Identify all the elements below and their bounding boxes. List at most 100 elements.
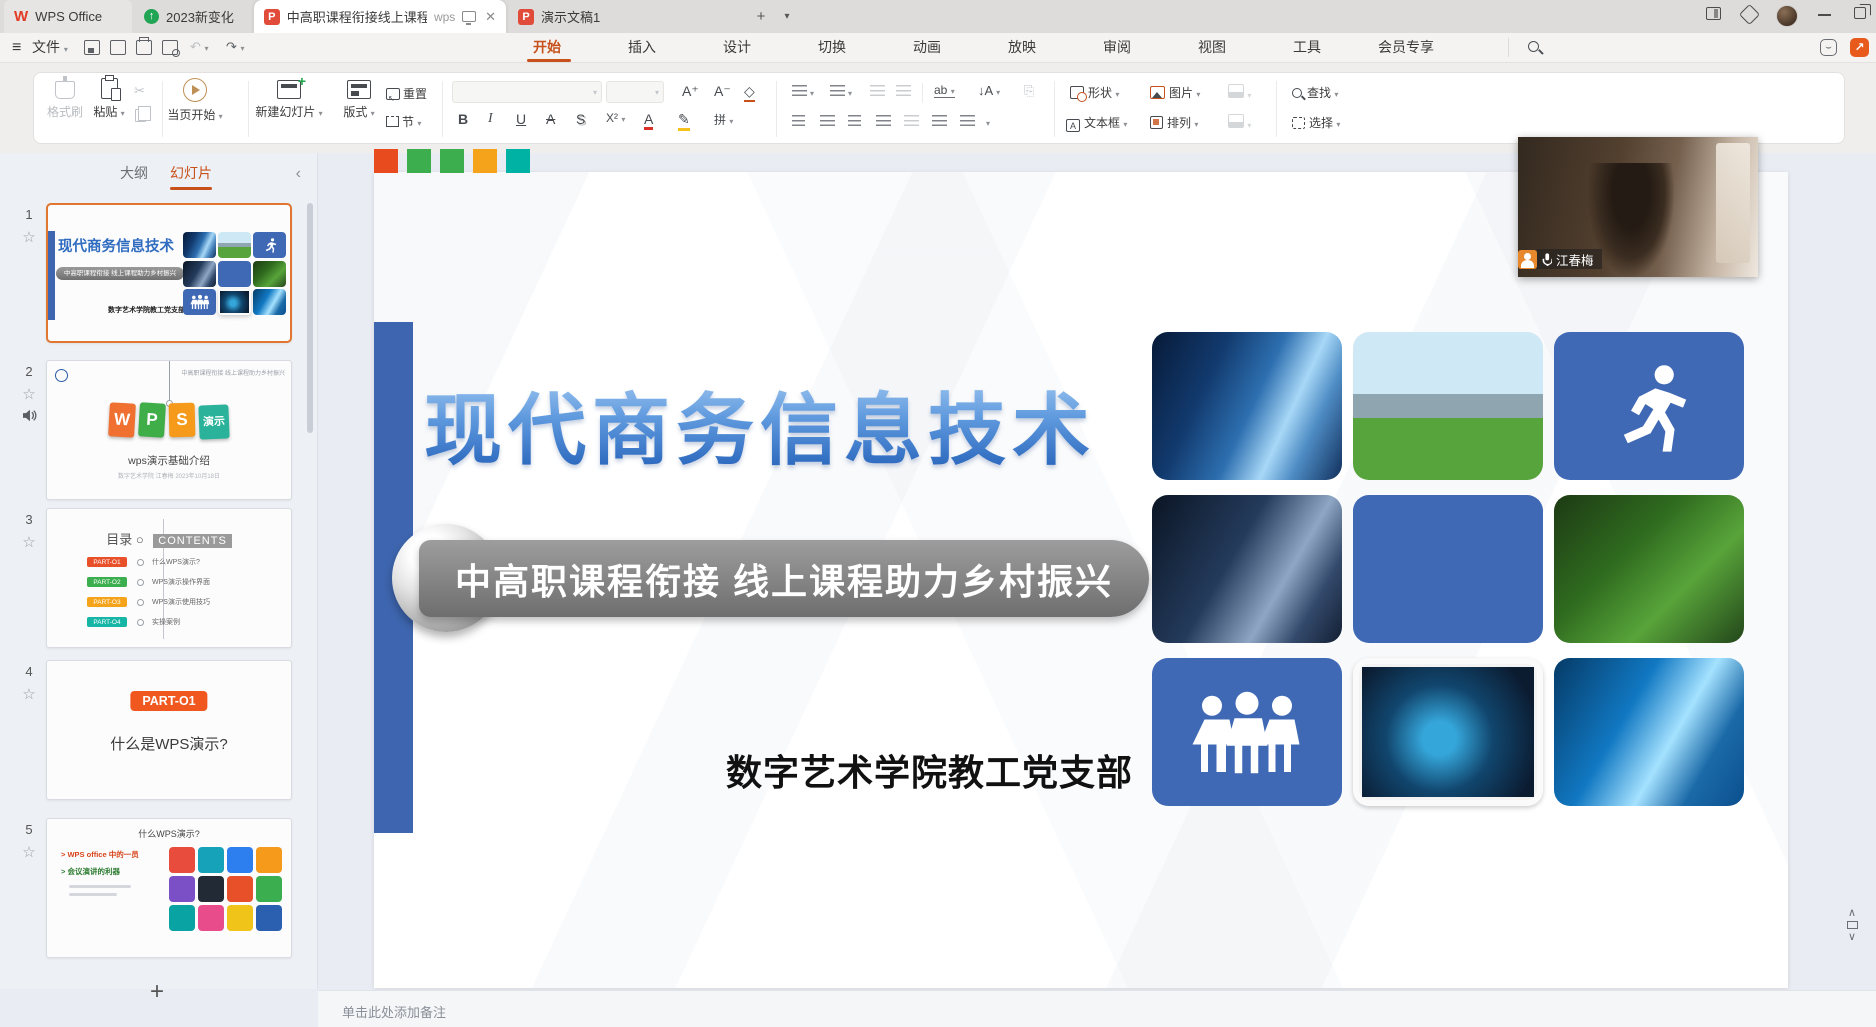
fill-color-button[interactable]: ▾ bbox=[1228, 84, 1251, 101]
menu-tab-7[interactable]: 视图 bbox=[1198, 33, 1226, 62]
select-button[interactable]: 选择 ▾ bbox=[1292, 114, 1340, 131]
highlight-color-icon[interactable]: ✎ bbox=[678, 111, 690, 131]
account-avatar[interactable] bbox=[1776, 5, 1798, 27]
previous-slide-button[interactable]: ∧ bbox=[1842, 908, 1862, 918]
file-menu[interactable]: 文件 ▾ bbox=[32, 33, 68, 62]
distribute-icon[interactable] bbox=[904, 115, 919, 126]
text-direction-icon[interactable]: ↓A ▾ bbox=[978, 83, 1000, 98]
notes-placeholder[interactable]: 单击此处添加备注 bbox=[342, 1002, 446, 1021]
document-tab-3[interactable]: P演示文稿1 bbox=[508, 0, 738, 33]
menu-tab-6[interactable]: 审阅 bbox=[1103, 33, 1131, 62]
document-tab-1[interactable]: ↑2023新变化 bbox=[134, 0, 252, 33]
people-icon[interactable] bbox=[1152, 658, 1342, 806]
cut-icon[interactable]: ✂ bbox=[134, 83, 145, 99]
webcam-overlay[interactable]: 江春梅 bbox=[1518, 137, 1758, 277]
font-size-select[interactable]: ▾ bbox=[606, 81, 664, 103]
print-icon[interactable] bbox=[136, 40, 152, 55]
decrease-font-icon[interactable]: A⁻ bbox=[714, 83, 731, 100]
slide-canvas[interactable]: 现代商务信息技术 中高职课程衔接 线上课程助力乡村振兴 数字艺术学院教工党支部 bbox=[374, 172, 1788, 988]
star-icon[interactable]: ☆ bbox=[14, 228, 44, 246]
audio-icon[interactable] bbox=[22, 409, 37, 422]
shapes-button[interactable]: 形状 ▾ bbox=[1070, 84, 1119, 101]
picture-button[interactable]: 图片 ▾ bbox=[1150, 84, 1200, 101]
color-swatch-1[interactable] bbox=[407, 149, 431, 173]
menu-tab-4[interactable]: 动画 bbox=[913, 33, 941, 62]
increase-indent-icon[interactable] bbox=[896, 85, 911, 96]
color-swatch-2[interactable] bbox=[440, 149, 464, 173]
blue-tile[interactable] bbox=[1353, 495, 1543, 643]
align-center-icon[interactable] bbox=[820, 115, 835, 126]
underline-icon[interactable]: U bbox=[516, 111, 526, 127]
play-from-current-button[interactable]: 当页开始 ▾ bbox=[158, 78, 232, 123]
slide-thumbnail-3[interactable]: 目录 ○ CONTENTS PART-O1什么WPS演示? PART-O2WPS… bbox=[46, 508, 292, 648]
slide-department-text[interactable]: 数字艺术学院教工党支部 bbox=[726, 744, 1133, 796]
menu-tab-9[interactable]: 会员专享 bbox=[1378, 33, 1434, 62]
main-menu-icon[interactable]: ≡ bbox=[12, 33, 21, 62]
paragraph-more-chevron[interactable]: ▾ bbox=[986, 113, 990, 129]
numbered-list-icon[interactable] bbox=[830, 85, 845, 96]
line-spacing-icon[interactable] bbox=[932, 115, 947, 126]
next-slide-button[interactable]: ∨ bbox=[1842, 932, 1862, 942]
export-icon[interactable] bbox=[110, 40, 126, 55]
search-icon[interactable] bbox=[1528, 41, 1539, 52]
present-mode-icon[interactable] bbox=[462, 11, 476, 22]
align-right-icon[interactable] bbox=[848, 115, 861, 126]
new-tab-button[interactable]: + bbox=[750, 6, 772, 28]
skin-settings-icon[interactable] bbox=[1742, 7, 1757, 22]
thumbnail-scrollbar[interactable] bbox=[307, 203, 313, 433]
menu-tab-3[interactable]: 切换 bbox=[818, 33, 846, 62]
slide-thumbnail-2[interactable]: 中高职课程衔接 线上课程助力乡村振兴 WPS演示 wps演示基础介绍 数字艺术学… bbox=[46, 360, 292, 500]
document-tab-0[interactable]: WWPS Office bbox=[4, 0, 132, 33]
section-button[interactable]: 节 ▾ bbox=[386, 113, 421, 130]
slide-subtitle-banner[interactable]: 中高职课程衔接 线上课程助力乡村振兴 bbox=[419, 540, 1149, 617]
tab-slides[interactable]: 幻灯片 bbox=[170, 163, 212, 183]
color-swatch-3[interactable] bbox=[473, 149, 497, 173]
bullet-list-chevron[interactable]: ▾ bbox=[810, 83, 814, 99]
print-preview-icon[interactable] bbox=[162, 40, 178, 55]
runner-icon[interactable] bbox=[1554, 332, 1744, 480]
character-spacing-icon[interactable]: ab ▾ bbox=[934, 83, 955, 98]
slide-thumbnail-4[interactable]: PART-O1 什么是WPS演示? bbox=[46, 660, 292, 800]
star-icon[interactable]: ☆ bbox=[14, 533, 44, 551]
copy-icon[interactable] bbox=[135, 109, 146, 122]
font-color-icon[interactable]: A bbox=[644, 111, 653, 130]
new-slide-button[interactable]: + 新建幻灯片 ▾ bbox=[252, 78, 326, 120]
increase-font-icon[interactable]: A⁺ bbox=[682, 83, 699, 100]
strikethrough-icon[interactable]: A bbox=[546, 111, 555, 127]
justify-icon[interactable] bbox=[876, 115, 891, 126]
menu-tab-8[interactable]: 工具 bbox=[1293, 33, 1321, 62]
minimize-button[interactable] bbox=[1818, 7, 1831, 16]
textbox-button[interactable]: A文本框 ▾ bbox=[1066, 114, 1127, 132]
slide-indicator-icon[interactable] bbox=[1847, 921, 1858, 929]
share-icon[interactable]: ↗ bbox=[1850, 38, 1869, 57]
tab-outline[interactable]: 大纲 bbox=[120, 163, 148, 183]
sidebar-toggle-icon[interactable] bbox=[1706, 7, 1721, 20]
document-tab-2[interactable]: P中高职课程衔接线上课程wps✕ bbox=[254, 0, 506, 33]
redo-icon[interactable]: ↷ ▾ bbox=[226, 39, 245, 55]
bold-icon[interactable]: B bbox=[458, 111, 468, 127]
digital-photo[interactable] bbox=[1554, 658, 1744, 806]
city-tech-photo[interactable] bbox=[1152, 332, 1342, 480]
clear-format-icon[interactable]: ◇ bbox=[744, 83, 755, 102]
notes-bar[interactable]: 单击此处添加备注 bbox=[318, 990, 1876, 1027]
decrease-indent-icon[interactable] bbox=[870, 85, 885, 96]
align-left-icon[interactable] bbox=[792, 115, 805, 126]
undo-icon[interactable]: ↶ ▾ bbox=[190, 39, 209, 55]
font-family-select[interactable]: ▾ bbox=[452, 81, 602, 103]
find-button[interactable]: 查找 ▾ bbox=[1292, 84, 1338, 101]
save-icon[interactable] bbox=[84, 40, 100, 55]
star-icon[interactable]: ☆ bbox=[14, 385, 44, 403]
green-city-photo[interactable] bbox=[1353, 332, 1543, 480]
outline-color-button[interactable]: ▾ bbox=[1228, 114, 1251, 131]
layout-button[interactable]: 版式 ▾ bbox=[322, 78, 396, 120]
restore-window-button[interactable] bbox=[1854, 7, 1866, 19]
phonetic-guide-icon[interactable]: 拼 ▾ bbox=[714, 111, 733, 128]
slide-title[interactable]: 现代商务信息技术 bbox=[424, 368, 1096, 480]
color-swatch-0[interactable] bbox=[374, 149, 398, 173]
add-slide-button[interactable]: + bbox=[150, 978, 164, 1006]
numbered-list-chevron[interactable]: ▾ bbox=[848, 83, 852, 99]
close-tab-icon[interactable]: ✕ bbox=[485, 9, 496, 25]
bullet-list-icon[interactable] bbox=[792, 85, 807, 96]
paragraph-settings-icon[interactable] bbox=[960, 115, 975, 126]
assistant-icon[interactable]: ⌣ bbox=[1820, 39, 1837, 56]
